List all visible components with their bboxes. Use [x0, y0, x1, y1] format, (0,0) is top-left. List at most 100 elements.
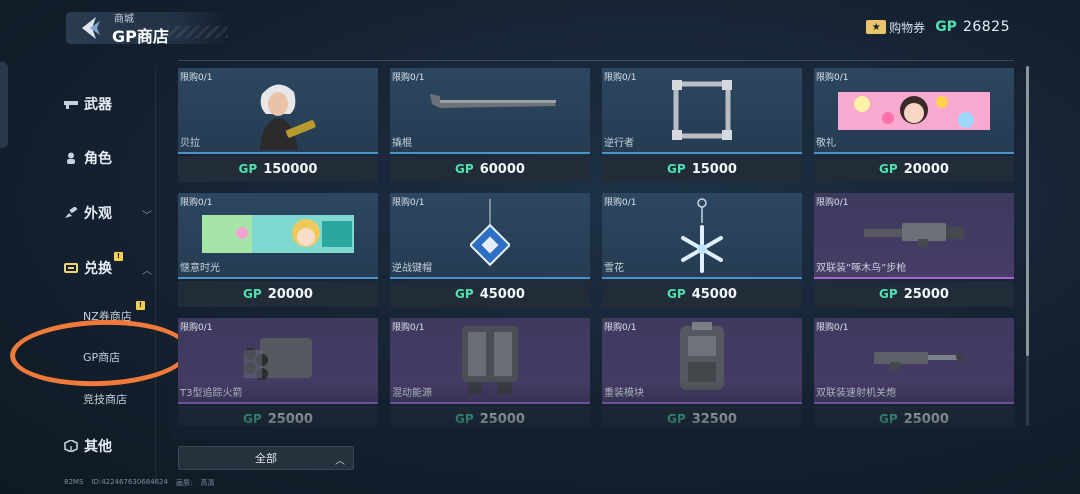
price-button[interactable]: GP 60000	[390, 156, 590, 182]
sidebar-item-label: 兑换	[84, 261, 112, 277]
sidebar-sub-arena-shop[interactable]: 竞技商店	[83, 391, 127, 407]
price-button[interactable]: GP 45000	[602, 281, 802, 307]
sidebar-item-label: 其他	[84, 439, 112, 455]
item-price: 25000	[479, 411, 525, 427]
shop-item-card[interactable]: 限购0/1 惬意时光 GP 20000	[178, 193, 378, 307]
rifle-icon	[864, 223, 964, 247]
shop-grid: 限购0/1 贝拉 GP 150000 限购0/1 撬棍 GP 60000 限购0…	[178, 68, 1016, 426]
gp-amount: 26825	[962, 19, 1010, 35]
sidebar-item-exchange[interactable]: 兑换	[64, 258, 112, 278]
item-name: 重装模块	[604, 388, 644, 399]
voucher-label: 购物券	[889, 20, 926, 35]
shop-item-card[interactable]: 限购0/1 撬棍 GP 60000	[390, 68, 590, 182]
sidebar-item-weapons[interactable]: 武器	[64, 94, 112, 114]
sidebar-item-label: 外观	[84, 206, 112, 222]
item-image: 限购0/1 敬礼	[814, 68, 1014, 154]
shop-item-card[interactable]: 限购0/1 重装模块 GP 32500	[602, 318, 802, 426]
item-name: 雪花	[604, 263, 624, 274]
price-button[interactable]: GP 25000	[390, 406, 590, 426]
purchase-limit: 限购0/1	[604, 198, 637, 208]
price-button[interactable]: GP 150000	[178, 156, 378, 182]
item-image: 限购0/1 逆行者	[602, 68, 802, 154]
sidebar-item-label: 角色	[84, 151, 112, 167]
item-price: 15000	[691, 161, 737, 177]
item-price: 150000	[263, 161, 318, 177]
shop-item-card[interactable]: 限购0/1 双联装“啄木鸟”步枪 GP 25000	[814, 193, 1014, 307]
shop-item-card[interactable]: 限购0/1 混动能源 GP 25000	[390, 318, 590, 426]
item-price: 20000	[267, 286, 313, 302]
price-button[interactable]: GP 25000	[814, 281, 1014, 307]
purchase-limit: 限购0/1	[604, 73, 637, 83]
item-name: 逆战键帽	[392, 263, 432, 274]
scrollbar-thumb[interactable]	[1026, 66, 1029, 356]
shop-item-card[interactable]: 限购0/1 雪花 GP 45000	[602, 193, 802, 307]
category-filter-dropdown[interactable]: 全部 ︿	[178, 446, 354, 470]
alert-badge: !	[136, 301, 145, 310]
item-name: 逆行者	[604, 138, 634, 149]
item-image: 限购0/1 双联装“啄木鸟”步枪	[814, 193, 1014, 279]
rocket-pod-icon	[244, 338, 312, 380]
item-image: 限购0/1 逆战键帽	[390, 193, 590, 279]
chevron-up-icon: ︿	[142, 266, 152, 277]
gp-currency-icon: GP	[879, 162, 898, 176]
gp-currency-icon: GP	[667, 162, 686, 176]
sidebar-item-characters[interactable]: 角色	[64, 148, 112, 168]
shop-item-card[interactable]: 限购0/1 逆行者 GP 15000	[602, 68, 802, 182]
banner-salute-icon	[838, 92, 990, 130]
price-button[interactable]: GP 20000	[178, 281, 378, 307]
snowflake-pendant-icon	[681, 198, 723, 273]
price-button[interactable]: GP 25000	[814, 406, 1014, 426]
player-id: ID:422467630684624	[91, 478, 169, 486]
item-image: 限购0/1 惬意时光	[178, 193, 378, 279]
gp-currency-icon: GP	[879, 412, 898, 426]
purchase-limit: 限购0/1	[392, 323, 425, 333]
alert-badge: !	[114, 252, 123, 261]
sidebar-item-label: 武器	[84, 97, 112, 113]
item-image: 限购0/1 双联装速射机关炮	[814, 318, 1014, 404]
price-button[interactable]: GP 15000	[602, 156, 802, 182]
purchase-limit: 限购0/1	[180, 73, 213, 83]
gp-currency-icon: GP	[935, 19, 957, 35]
highlight-annotation-ring	[8, 316, 192, 390]
back-arrow-icon[interactable]	[76, 14, 104, 42]
shop-item-card[interactable]: 限购0/1 敬礼 GP 20000	[814, 68, 1014, 182]
voucher-balance[interactable]: ★ 购物券	[866, 19, 925, 36]
shop-item-card[interactable]: 限购0/1 贝拉 GP 150000	[178, 68, 378, 182]
person-icon	[67, 152, 75, 164]
gp-currency-icon: GP	[879, 287, 898, 301]
item-price: 25000	[267, 411, 313, 427]
purchase-limit: 限购0/1	[180, 323, 213, 333]
item-price: 25000	[903, 286, 949, 302]
item-price: 45000	[479, 286, 525, 302]
gp-currency-icon: GP	[243, 287, 262, 301]
shop-item-card[interactable]: 限购0/1 逆战键帽 GP 45000	[390, 193, 590, 307]
item-name: 惬意时光	[180, 263, 220, 274]
item-price: 45000	[691, 286, 737, 302]
item-name: 双联装“啄木鸟”步枪	[816, 263, 907, 274]
wallet: ★ 购物券 GP 26825	[866, 17, 1010, 37]
item-name: 混动能源	[392, 388, 432, 399]
gp-currency-icon: GP	[455, 412, 474, 426]
gp-currency-icon: GP	[243, 412, 262, 426]
gp-currency-icon: GP	[238, 162, 258, 176]
quality-label: 画质:	[176, 479, 193, 487]
price-button[interactable]: GP 45000	[390, 281, 590, 307]
shop-item-card[interactable]: 限购0/1 T3型追踪火箭 GP 25000	[178, 318, 378, 426]
armor-module-icon	[680, 322, 724, 390]
price-button[interactable]: GP 25000	[178, 406, 378, 426]
price-button[interactable]: GP 32500	[602, 406, 802, 426]
sidebar-item-appearance[interactable]: 外观	[64, 203, 112, 223]
chevron-down-icon: ﹀	[142, 211, 152, 222]
cube-icon	[64, 440, 78, 452]
side-edge-tab[interactable]	[0, 62, 8, 148]
sidebar-divider	[155, 70, 156, 480]
item-name: 敬礼	[816, 138, 836, 149]
item-image: 限购0/1 撬棍	[390, 68, 590, 154]
banner-leisure-icon	[202, 215, 354, 253]
gp-currency-icon: GP	[667, 287, 686, 301]
shop-item-card[interactable]: 限购0/1 双联装速射机关炮 GP 25000	[814, 318, 1014, 426]
sidebar-item-other[interactable]: 其他	[64, 436, 112, 456]
purchase-limit: 限购0/1	[392, 198, 425, 208]
price-button[interactable]: GP 20000	[814, 156, 1014, 182]
gp-currency-icon: GP	[455, 287, 474, 301]
